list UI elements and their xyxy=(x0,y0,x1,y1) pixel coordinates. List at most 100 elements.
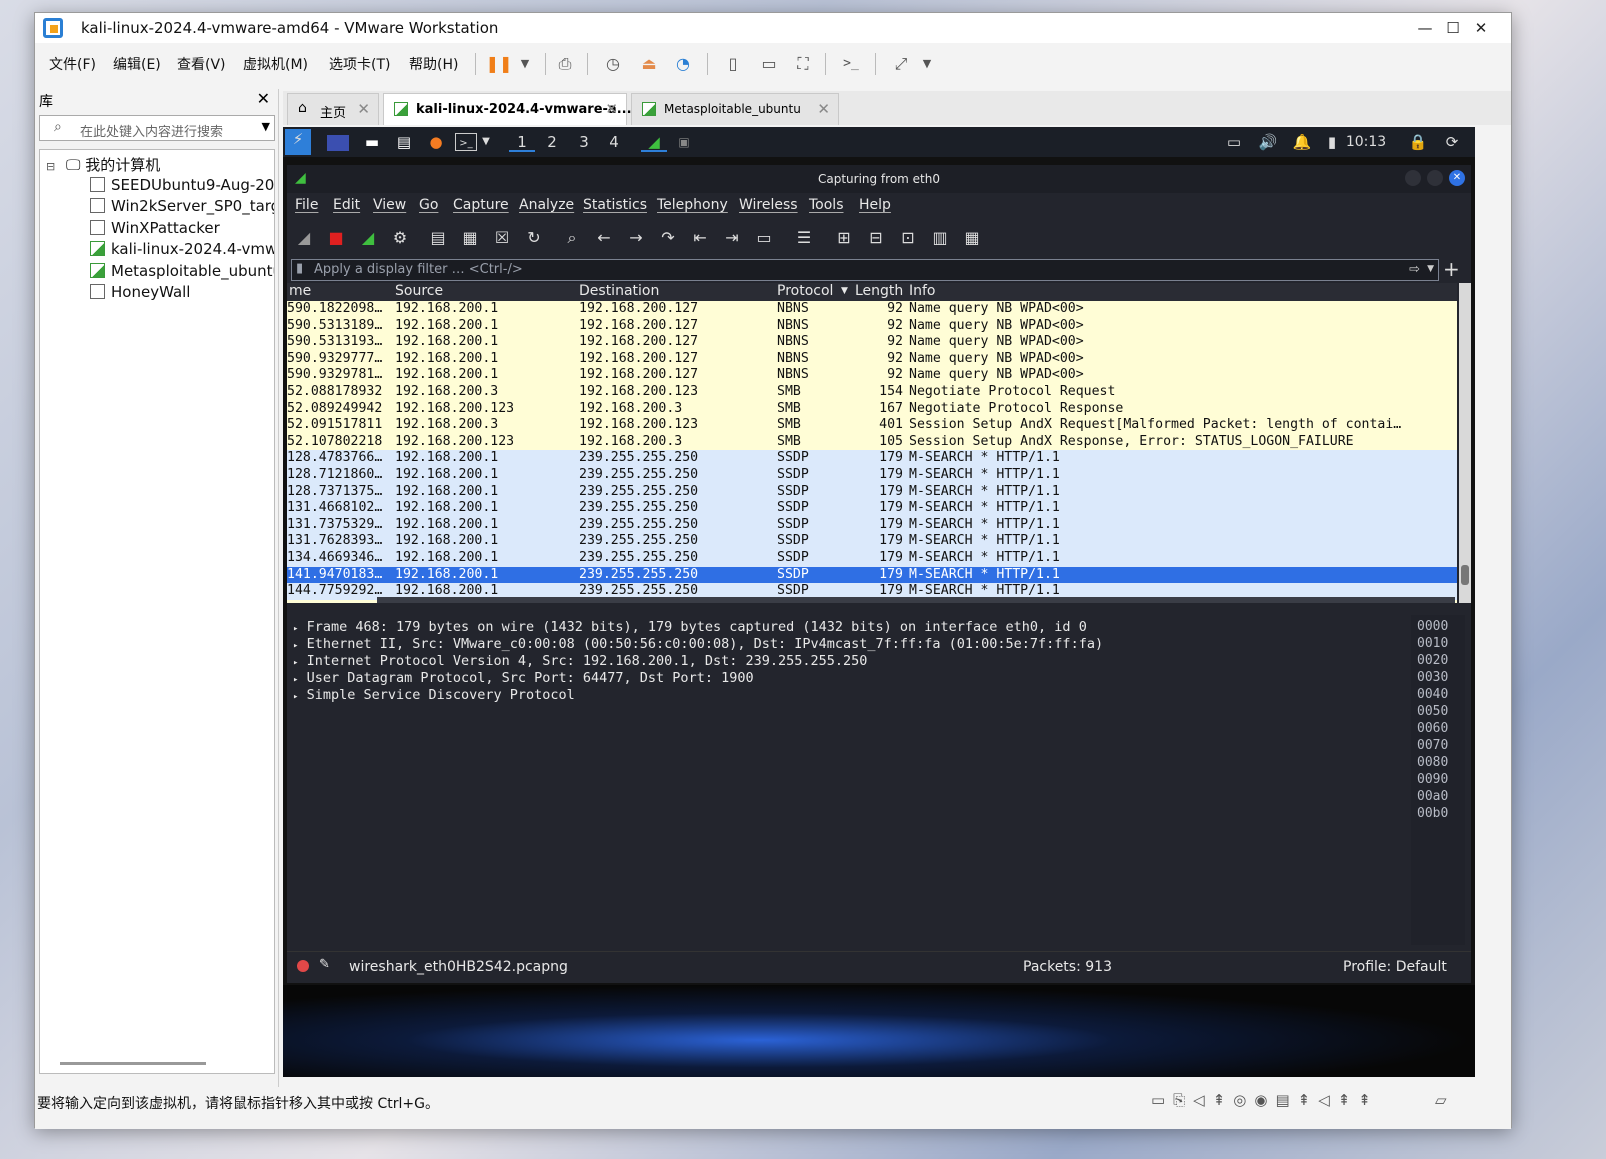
layout-icon[interactable]: ▦ xyxy=(959,225,985,251)
capture-status-icon[interactable] xyxy=(297,960,309,972)
resize-columns-icon[interactable]: ▥ xyxy=(927,225,953,251)
column-info[interactable]: Info xyxy=(909,283,936,299)
packet-row[interactable]: 590.5313189… 192.168.200.1 192.168.200.127… xyxy=(287,317,1457,335)
close-icon[interactable]: ✕ xyxy=(1449,170,1465,186)
menu-view[interactable]: 查看(V) xyxy=(177,54,226,74)
tree-item-vm[interactable]: WinXPattacker xyxy=(90,219,220,239)
stop-capture-icon[interactable]: ■ xyxy=(323,225,349,251)
pause-icon[interactable]: ❚❚ xyxy=(485,51,513,77)
minimize-icon[interactable]: — xyxy=(1413,17,1437,39)
menu-statistics[interactable]: Statistics xyxy=(583,197,647,213)
detail-row-ethernet[interactable]: ▸ Ethernet II, Src: VMware_c0:00:08 (00:… xyxy=(293,636,1103,652)
menu-file[interactable]: 文件(F) xyxy=(49,54,96,74)
collapse-icon[interactable]: ⊟ xyxy=(46,160,55,173)
edit-comment-icon[interactable]: ✎ xyxy=(319,957,330,972)
packet-row[interactable]: 134.4669346… 192.168.200.1 239.255.255.250… xyxy=(287,550,1457,567)
go-to-packet-icon[interactable]: ↷ xyxy=(655,225,681,251)
bell-icon[interactable]: 🔔 xyxy=(1291,132,1313,152)
close-icon[interactable]: ✕ xyxy=(817,100,830,118)
horizontal-scrollbar[interactable] xyxy=(377,597,1455,603)
terminal-icon[interactable]: >_ xyxy=(455,133,477,151)
packet-row[interactable]: 131.4668102… 192.168.200.1 239.255.255.250… xyxy=(287,500,1457,517)
packet-row[interactable]: 590.9329781… 192.168.200.1 192.168.200.127… xyxy=(287,367,1457,384)
menu-vm[interactable]: 虚拟机(M) xyxy=(243,54,308,74)
tree-item-vm-running[interactable]: Metasploitable_ubuntu xyxy=(90,262,274,282)
packet-row[interactable]: 131.7628393… 192.168.200.1 239.255.255.250… xyxy=(287,533,1457,550)
display-filter-input[interactable]: ▮ Apply a display filter … <Ctrl-/> ⇨ ▼ xyxy=(291,259,1439,281)
detail-row-ip[interactable]: ▸ Internet Protocol Version 4, Src: 192.… xyxy=(293,653,867,669)
column-time[interactable]: me xyxy=(289,283,311,299)
minimize-icon[interactable] xyxy=(1405,170,1421,186)
profile[interactable]: Profile: Default xyxy=(1343,959,1447,975)
detail-row-ssdp[interactable]: ▸ Simple Service Discovery Protocol xyxy=(293,687,575,703)
library-search-input[interactable]: ⌕ 在此处键入内容进行搜索 ▼ xyxy=(39,115,275,141)
display-icon[interactable]: ▭ xyxy=(1223,132,1245,152)
fullscreen-icon[interactable]: ⛶ xyxy=(789,51,817,77)
wireshark-task-icon[interactable]: ◢ xyxy=(641,132,667,152)
send-keys-icon[interactable]: ⎙ xyxy=(551,51,579,77)
tree-item-vm-running[interactable]: kali-linux-2024.4-vmwa xyxy=(90,240,274,260)
zoom-in-icon[interactable]: ⊞ xyxy=(831,225,857,251)
tree-item-vm[interactable]: Win2kServer_SP0_targ xyxy=(90,197,274,217)
menu-help[interactable]: Help xyxy=(859,197,891,213)
horizontal-scrollbar[interactable] xyxy=(60,1062,206,1065)
menu-help[interactable]: 帮助(H) xyxy=(409,54,458,74)
first-packet-icon[interactable]: ⇤ xyxy=(687,225,713,251)
menu-wireless[interactable]: Wireless xyxy=(739,197,798,213)
packet-row[interactable]: 590.9329777… 192.168.200.1 192.168.200.127… xyxy=(287,350,1457,368)
packet-row-selected[interactable]: 141.9470183… 192.168.200.1 239.255.255.250… xyxy=(287,566,1457,584)
tab-metasploitable[interactable]: Metasploitable_ubuntu ✕ xyxy=(631,93,839,125)
firefox-icon[interactable]: ● xyxy=(425,132,447,152)
chevron-down-icon[interactable]: ▼ xyxy=(511,51,539,77)
close-file-icon[interactable]: ☒ xyxy=(489,225,515,251)
menu-edit[interactable]: 编辑(E) xyxy=(113,54,161,74)
search-icon[interactable]: ⌕ xyxy=(559,225,585,251)
bookmark-icon[interactable]: ▮ xyxy=(296,261,303,276)
packet-row[interactable]: 128.7371375… 192.168.200.1 239.255.255.250… xyxy=(287,483,1457,501)
menu-tabs[interactable]: 选项卡(T) xyxy=(329,54,390,74)
vertical-scrollbar[interactable] xyxy=(1459,283,1471,603)
detail-row-udp[interactable]: ▸ User Datagram Protocol, Src Port: 6447… xyxy=(293,670,754,686)
maximize-icon[interactable] xyxy=(1427,170,1443,186)
reload-icon[interactable]: ↻ xyxy=(521,225,547,251)
workspace-3[interactable]: 3 xyxy=(571,132,597,152)
colorize-icon[interactable]: ☰ xyxy=(791,225,817,251)
workspace-2[interactable]: 2 xyxy=(539,132,565,152)
apply-filter-icon[interactable]: ⇨ xyxy=(1409,262,1420,277)
column-length[interactable]: Length xyxy=(855,283,903,299)
packet-row[interactable]: 128.7121860… 192.168.200.1 239.255.255.250… xyxy=(287,467,1457,484)
workspace-1[interactable]: 1 xyxy=(509,132,535,152)
menu-telephony[interactable]: Telephony xyxy=(657,197,728,213)
workspace-4[interactable]: 4 xyxy=(601,132,627,152)
menu-capture[interactable]: Capture xyxy=(453,197,509,213)
restart-capture-icon[interactable]: ◢ xyxy=(355,225,381,251)
snapshot-icon[interactable]: ◷ xyxy=(599,51,627,77)
packet-row[interactable]: 131.7375329… 192.168.200.1 239.255.255.250… xyxy=(287,516,1457,534)
shark-fin-icon[interactable]: ◢ xyxy=(291,225,317,251)
folder-icon[interactable]: ▬ xyxy=(361,132,383,152)
column-destination[interactable]: Destination xyxy=(579,283,659,299)
message-icon[interactable]: ▱ xyxy=(1435,1091,1447,1109)
tab-home[interactable]: ⌂ 主页 ✕ xyxy=(287,93,379,125)
column-protocol[interactable]: Protocol xyxy=(777,283,833,299)
library-view-icon[interactable]: ▯ xyxy=(719,51,747,77)
open-file-icon[interactable]: ▤ xyxy=(425,225,451,251)
zoom-out-icon[interactable]: ⊟ xyxy=(863,225,889,251)
terminal-task-icon[interactable]: ▣ xyxy=(675,132,693,152)
packet-row[interactable]: 590.1822098… 192.168.200.1 192.168.200.127… xyxy=(287,301,1457,318)
capture-options-icon[interactable]: ⚙ xyxy=(387,225,413,251)
tree-item-vm[interactable]: SEEDUbuntu9-Aug-201 xyxy=(90,176,274,196)
menu-file[interactable]: File xyxy=(295,197,318,213)
menu-tools[interactable]: Tools xyxy=(809,197,844,213)
revert-snapshot-icon[interactable]: ⏏ xyxy=(635,51,663,77)
menu-view[interactable]: View xyxy=(373,197,406,213)
thumbnail-view-icon[interactable]: ▭ xyxy=(755,51,783,77)
chevron-down-icon[interactable]: ▼ xyxy=(913,51,941,77)
close-icon[interactable]: ✕ xyxy=(257,89,270,108)
back-icon[interactable]: ← xyxy=(591,225,617,251)
forward-icon[interactable]: → xyxy=(623,225,649,251)
vm-display[interactable]: ⚡ ▬ ▤ ● >_ ▼ 1 2 3 4 ◢ ▣ ▭ 🔊 🔔 ▮ 10:13 🔒… xyxy=(283,127,1475,1077)
chevron-down-icon[interactable]: ▼ xyxy=(479,132,493,152)
packet-row[interactable]: 52.107802218 192.168.200.123 192.168.200.3… xyxy=(287,433,1457,451)
normal-size-icon[interactable]: ⊡ xyxy=(895,225,921,251)
